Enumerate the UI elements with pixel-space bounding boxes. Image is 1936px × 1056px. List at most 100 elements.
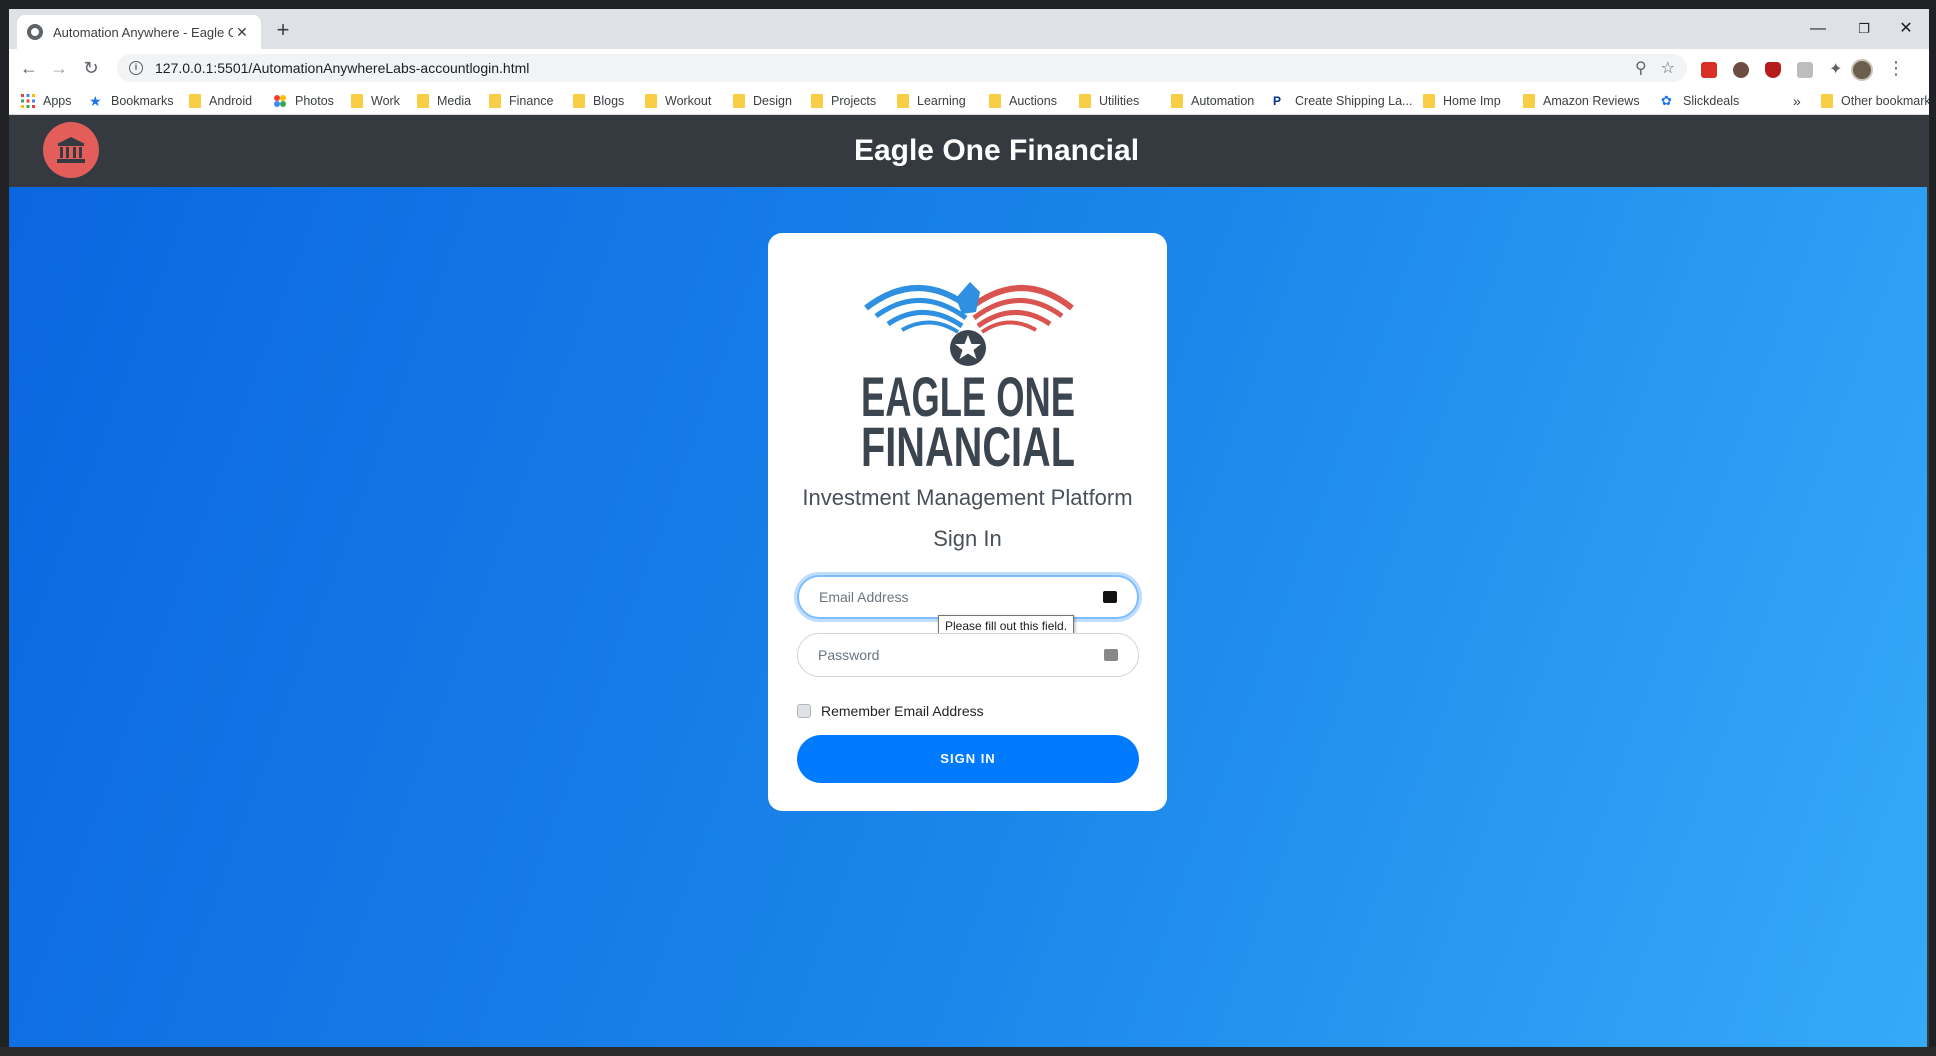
bookmark-blogs[interactable]: Blogs — [573, 92, 624, 110]
bookmark-create-shipping[interactable]: P Create Shipping La... — [1273, 92, 1412, 110]
folder-icon — [1171, 94, 1183, 108]
close-tab-icon[interactable]: ✕ — [233, 24, 251, 41]
browser-window: Automation Anywhere - Eagle One Financia… — [9, 9, 1929, 1047]
extension-profile-icon[interactable] — [1733, 62, 1749, 78]
bookmark-workout[interactable]: Workout — [645, 92, 711, 110]
password-input[interactable] — [818, 647, 1104, 663]
bookmark-label: Automation — [1191, 94, 1255, 108]
info-icon[interactable]: i — [129, 61, 143, 75]
login-card: EAGLE ONE FINANCIAL Investment Managemen… — [768, 233, 1167, 811]
bookmark-learning[interactable]: Learning — [897, 92, 966, 110]
bookmark-projects[interactable]: Projects — [811, 92, 876, 110]
url-text: 127.0.0.1:5501/AutomationAnywhereLabs-ac… — [155, 60, 530, 76]
zoom-icon[interactable]: ⚲ — [1635, 58, 1647, 78]
bookmark-work[interactable]: Work — [351, 92, 400, 110]
bookmark-label: Amazon Reviews — [1543, 94, 1640, 108]
signin-heading: Sign In — [933, 526, 1002, 551]
bookmark-label: Utilities — [1099, 94, 1140, 108]
os-taskbar — [0, 1047, 1936, 1056]
window-edge — [1927, 115, 1929, 1047]
browser-menu-icon[interactable]: ⋮ — [1887, 58, 1905, 79]
extensions-puzzle-icon[interactable]: ✦ — [1829, 59, 1845, 78]
bookmark-apps[interactable]: Apps — [21, 92, 72, 110]
folder-icon — [1423, 94, 1435, 108]
browser-toolbar: ← → ↻ i 127.0.0.1:5501/AutomationAnywher… — [9, 49, 1929, 87]
new-tab-button[interactable]: + — [271, 19, 295, 43]
bookmark-label: Other bookmarks — [1841, 94, 1929, 108]
bookmark-label: Finance — [509, 94, 554, 108]
remember-email-row[interactable]: Remember Email Address — [797, 703, 984, 719]
bookmark-bookmarks[interactable]: ★ Bookmarks — [89, 92, 174, 110]
bookmark-label: Media — [437, 94, 472, 108]
close-window-icon[interactable]: ✕ — [1883, 15, 1929, 43]
password-manager-icon[interactable] — [1103, 591, 1117, 603]
paypal-icon: P — [1273, 94, 1282, 108]
email-input[interactable] — [819, 589, 1103, 605]
globe-icon — [27, 24, 43, 40]
bookmark-amazon-reviews[interactable]: Amazon Reviews — [1523, 92, 1640, 110]
bookmark-media[interactable]: Media — [417, 92, 471, 110]
bookmark-utilities[interactable]: Utilities — [1079, 92, 1139, 110]
bookmark-label: Bookmarks — [111, 94, 174, 108]
photos-icon — [274, 95, 286, 107]
bookmark-photos[interactable]: Photos — [273, 92, 334, 110]
folder-icon — [645, 94, 657, 108]
bookmark-label: Workout — [665, 94, 712, 108]
address-bar[interactable]: i 127.0.0.1:5501/AutomationAnywhereLabs-… — [117, 54, 1687, 82]
folder-icon — [811, 94, 823, 108]
email-field[interactable] — [797, 575, 1139, 619]
tab-title: Automation Anywhere - Eagle One Financia… — [53, 24, 233, 40]
active-tab[interactable]: Automation Anywhere - Eagle One Financia… — [17, 15, 261, 49]
eagle-one-financial-logo: EAGLE ONE FINANCIAL — [861, 282, 1075, 468]
tab-strip: Automation Anywhere - Eagle One Financia… — [9, 9, 1929, 49]
bookmark-label: Projects — [831, 94, 877, 108]
bookmarks-bar: Apps ★ Bookmarks Android Photos Work Med… — [9, 87, 1929, 115]
slickdeals-icon: ✿ — [1661, 93, 1672, 108]
bookmark-android[interactable]: Android — [189, 92, 252, 110]
folder-icon — [1079, 94, 1091, 108]
remember-label: Remember Email Address — [821, 703, 984, 719]
bookmark-automation[interactable]: Automation — [1171, 92, 1254, 110]
folder-icon — [417, 94, 429, 108]
bookmark-label: Apps — [43, 94, 72, 108]
bookmark-auctions[interactable]: Auctions — [989, 92, 1057, 110]
star-icon: ★ — [89, 93, 102, 109]
other-bookmarks[interactable]: Other bookmarks — [1821, 92, 1929, 110]
logo-line2: FINANCIAL — [861, 415, 1075, 468]
password-manager-icon[interactable] — [1104, 649, 1118, 661]
bookmark-star-icon[interactable]: ☆ — [1661, 58, 1675, 78]
bookmark-design[interactable]: Design — [733, 92, 792, 110]
back-icon[interactable]: ← — [15, 54, 43, 82]
bookmark-slickdeals[interactable]: ✿ Slickdeals — [1661, 92, 1739, 110]
extension-lastpass-icon[interactable] — [1701, 62, 1717, 78]
bookmark-finance[interactable]: Finance — [489, 92, 553, 110]
minimize-icon[interactable]: — — [1795, 15, 1841, 43]
bookmark-home-imp[interactable]: Home Imp — [1423, 92, 1501, 110]
bookmark-label: Home Imp — [1443, 94, 1501, 108]
reload-icon[interactable]: ↻ — [77, 54, 105, 82]
restore-icon[interactable]: ❐ — [1841, 15, 1887, 43]
bookmark-label: Create Shipping La... — [1295, 94, 1413, 108]
screen: Automation Anywhere - Eagle One Financia… — [0, 0, 1936, 1056]
profile-avatar[interactable] — [1851, 59, 1873, 81]
password-field[interactable] — [797, 633, 1139, 677]
folder-icon — [489, 94, 501, 108]
app-header: Eagle One Financial — [9, 115, 1929, 187]
extension-grey-icon[interactable] — [1797, 62, 1813, 78]
bookmark-label: Design — [753, 94, 792, 108]
apps-grid-icon — [21, 94, 35, 108]
remember-checkbox[interactable] — [797, 704, 811, 718]
extension-ublock-icon[interactable] — [1765, 62, 1781, 78]
sign-in-button[interactable]: SIGN IN — [797, 735, 1139, 783]
bookmark-label: Work — [371, 94, 400, 108]
bookmark-label: Android — [209, 94, 253, 108]
folder-icon — [1523, 94, 1535, 108]
folder-icon — [733, 94, 745, 108]
bookmark-label: Slickdeals — [1683, 94, 1740, 108]
folder-icon — [351, 94, 363, 108]
web-page: Eagle One Financial EAGLE ONE FINANCIAL … — [9, 115, 1929, 1047]
folder-icon — [573, 94, 585, 108]
bookmark-label: Auctions — [1009, 94, 1057, 108]
bookmarks-overflow[interactable]: » — [1793, 92, 1801, 110]
forward-icon[interactable]: → — [45, 54, 73, 82]
